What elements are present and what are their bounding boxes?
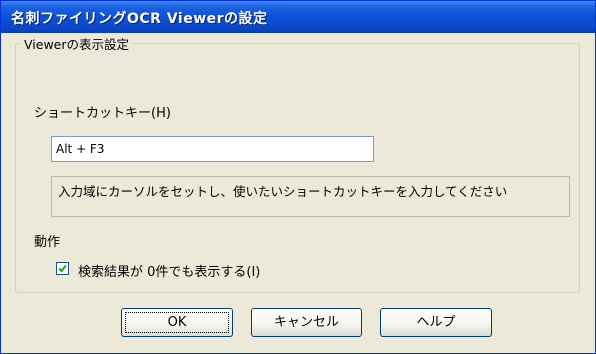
show-zero-results-label: 検索結果が 0件でも表示する(I) [78, 265, 261, 280]
shortcut-key-input[interactable] [51, 136, 374, 162]
action-label: 動作 [34, 235, 61, 250]
ok-button[interactable]: OK [121, 308, 233, 337]
checkmark-icon [58, 264, 67, 273]
title-bar[interactable]: 名刺ファイリングOCR Viewerの設定 [1, 1, 595, 33]
cancel-button[interactable]: キャンセル [251, 308, 362, 337]
help-button[interactable]: ヘルプ [380, 308, 492, 337]
window-title: 名刺ファイリングOCR Viewerの設定 [11, 11, 268, 27]
shortcut-key-label: ショートカットキー(H) [34, 106, 171, 121]
group-legend: Viewerの表示設定 [21, 34, 132, 53]
shortcut-hint-text: 入力域にカーソルをセットし、使いたいショートカットキーを入力してください [51, 176, 570, 217]
settings-dialog: 名刺ファイリングOCR Viewerの設定 Viewerの表示設定 ショートカッ… [0, 0, 596, 354]
display-settings-group [15, 43, 580, 293]
show-zero-results-checkbox[interactable] [56, 262, 69, 275]
ok-button-label: OK [125, 312, 229, 333]
